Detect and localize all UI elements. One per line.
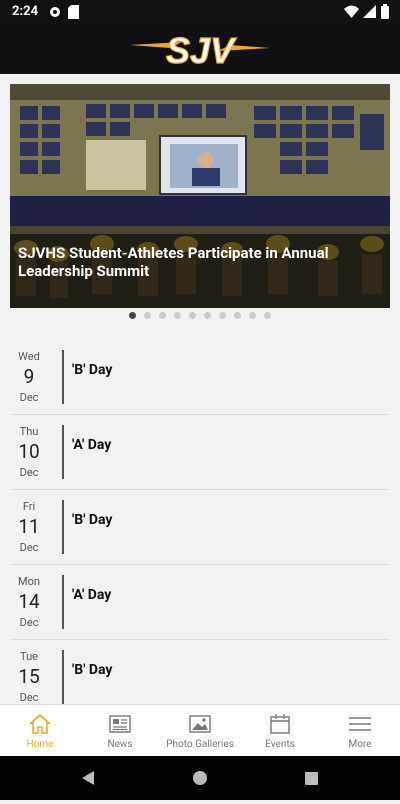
carousel-dot[interactable] <box>204 312 211 319</box>
home-icon <box>29 714 51 734</box>
events-list: Wed 9 Dec 'B' Day Thu 10 Dec 'A' Day Fri 11 Dec 'B'… <box>10 340 390 704</box>
event-divider <box>62 350 64 404</box>
back-icon[interactable] <box>82 771 94 785</box>
carousel-indicator <box>0 312 400 322</box>
event-divider <box>62 500 64 554</box>
menu-icon <box>349 717 371 731</box>
tab-home[interactable]: Home <box>0 705 80 757</box>
event-divider <box>62 650 64 704</box>
tab-photo-galleries[interactable]: Photo Galleries <box>160 705 240 757</box>
calendar-icon <box>270 714 290 734</box>
sd-card-icon <box>68 5 79 23</box>
app-header: SJV <box>0 24 400 74</box>
tab-news[interactable]: News <box>80 705 160 757</box>
battery-icon <box>381 4 389 23</box>
event-month: Dec <box>19 541 39 554</box>
tab-events[interactable]: Events <box>240 705 320 757</box>
news-headline[interactable]: SJVHS Student-Athletes Participate in An… <box>18 244 358 280</box>
carousel-dot[interactable] <box>144 312 151 319</box>
photo-icon <box>189 715 211 733</box>
event-row[interactable]: Tue 15 Dec 'B' Day <box>10 640 390 704</box>
event-day: 14 <box>18 590 40 613</box>
bottom-tab-bar: Home News Photo Galleries Events More <box>0 704 400 757</box>
carousel-dot[interactable] <box>129 312 136 319</box>
logo-text: SJV <box>166 30 237 69</box>
carousel-dot[interactable] <box>249 312 256 319</box>
event-day: 9 <box>23 365 35 388</box>
carousel-dot[interactable] <box>159 312 166 319</box>
home-nav-icon[interactable] <box>193 771 207 785</box>
event-divider <box>62 575 64 629</box>
event-weekday: Thu <box>19 425 39 438</box>
carousel-dot[interactable] <box>264 312 271 319</box>
signal-icon <box>363 5 376 22</box>
event-title: 'B' Day <box>72 362 113 378</box>
event-title: 'A' Day <box>72 587 112 603</box>
settings-gear-icon <box>48 5 62 23</box>
school-logo: SJV <box>130 29 270 72</box>
status-time: 2:24 <box>12 4 39 19</box>
recents-icon[interactable] <box>305 772 318 785</box>
event-divider <box>62 425 64 479</box>
event-month: Dec <box>19 691 39 704</box>
event-month: Dec <box>19 391 39 404</box>
event-weekday: Tue <box>20 650 38 663</box>
event-day: 15 <box>18 665 40 688</box>
event-day: 11 <box>18 515 40 538</box>
event-row[interactable]: Fri 11 Dec 'B' Day <box>10 490 390 565</box>
home-content[interactable]: SJVHS Student-Athletes Participate in An… <box>0 74 400 704</box>
event-row[interactable]: Thu 10 Dec 'A' Day <box>10 415 390 490</box>
event-weekday: Wed <box>18 350 40 363</box>
event-row[interactable]: Mon 14 Dec 'A' Day <box>10 565 390 640</box>
tab-events-label: Events <box>265 739 295 750</box>
carousel-dot[interactable] <box>234 312 241 319</box>
event-month: Dec <box>19 616 39 629</box>
event-month: Dec <box>19 466 39 479</box>
tab-news-label: News <box>107 739 133 750</box>
event-title: 'B' Day <box>72 512 113 528</box>
carousel-dot[interactable] <box>189 312 196 319</box>
event-weekday: Fri <box>22 500 36 513</box>
tab-more-label: More <box>348 739 372 750</box>
system-navigation-bar <box>0 756 400 800</box>
tab-more[interactable]: More <box>320 705 400 757</box>
news-caption: SJVHS Student-Athletes Participate in An… <box>10 234 390 308</box>
news-carousel-slide[interactable]: SJVHS Student-Athletes Participate in An… <box>10 84 390 308</box>
tab-home-label: Home <box>26 739 54 750</box>
event-title: 'B' Day <box>72 662 113 678</box>
news-icon <box>109 715 131 733</box>
event-weekday: Mon <box>18 575 40 588</box>
tab-photo-galleries-label: Photo Galleries <box>166 739 234 750</box>
status-bar: 2:24 <box>0 0 400 24</box>
wifi-icon <box>344 5 359 22</box>
event-title: 'A' Day <box>72 437 112 453</box>
event-day: 10 <box>18 440 40 463</box>
carousel-dot[interactable] <box>219 312 226 319</box>
event-row[interactable]: Wed 9 Dec 'B' Day <box>10 340 390 415</box>
carousel-dot[interactable] <box>174 312 181 319</box>
